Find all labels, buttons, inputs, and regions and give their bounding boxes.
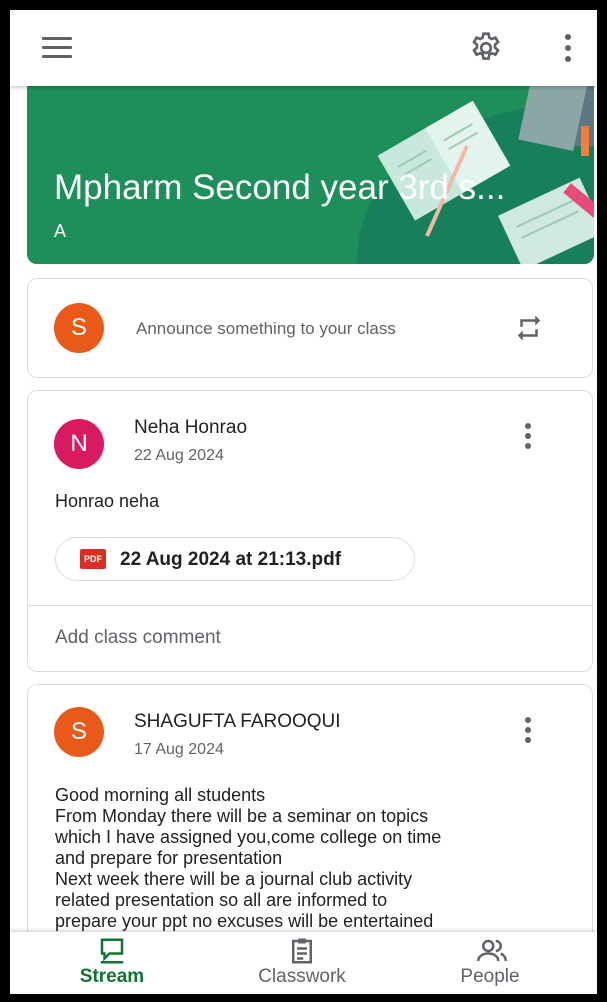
nav-label: Stream [79,966,145,987]
divider [28,605,592,606]
post-line: and prepare for presentation [55,848,283,868]
add-class-comment[interactable]: Add class comment [55,627,221,649]
class-section: A [54,221,67,241]
more-vert-icon[interactable] [518,717,538,747]
announce-placeholder[interactable]: Announce something to your class [136,319,396,339]
attachment-name: 22 Aug 2024 at 21:13.pdf [120,549,342,570]
class-title: Mpharm Second year 3rd s... [54,168,506,207]
bottom-navigation: Stream Classwork People [10,932,597,994]
people-icon [477,939,507,962]
post-body: Honrao neha [55,491,160,511]
post-date: 22 Aug 2024 [134,447,224,464]
attachment-chip[interactable]: PDF 22 Aug 2024 at 21:13.pdf [55,537,415,581]
classwork-icon [292,938,312,964]
avatar: S [54,707,104,757]
post-date: 17 Aug 2024 [134,741,224,758]
top-app-bar [10,10,597,86]
post-line: related presentation so all are informed… [55,890,388,910]
nav-people[interactable]: People [410,932,570,994]
class-banner[interactable]: Mpharm Second year 3rd s... A [27,86,594,264]
post-line: Good morning all students [55,785,266,805]
post-line: prepare your ppt no excuses will be ente… [55,911,434,931]
post-body: Good morning all students From Monday th… [55,785,441,932]
announce-card[interactable]: S Announce something to your class [27,278,593,378]
stream-icon [100,938,124,964]
post-line: Next week there will be a journal club a… [55,869,413,889]
post-line: which I have assigned you,come college o… [55,827,442,847]
repost-icon[interactable] [514,313,544,343]
menu-icon[interactable] [42,37,72,59]
app-frame: Mpharm Second year 3rd s... A S Announce… [10,10,597,994]
post-author: SHAGUFTA FAROOQUI [134,711,341,732]
nav-stream[interactable]: Stream [32,932,192,994]
gear-icon[interactable] [468,30,504,66]
nav-label: People [460,966,520,987]
avatar: S [54,303,104,353]
pdf-icon: PDF [80,549,106,569]
nav-label: Classwork [258,966,346,987]
post-author: Neha Honrao [134,417,248,438]
more-vert-icon[interactable] [518,423,538,453]
post-card: N Neha Honrao 22 Aug 2024 Honrao neha PD… [27,390,593,672]
nav-classwork[interactable]: Classwork [222,932,382,994]
post-line: From Monday there will be a seminar on t… [55,806,429,826]
avatar: N [54,419,104,469]
more-vert-icon[interactable] [558,32,578,64]
